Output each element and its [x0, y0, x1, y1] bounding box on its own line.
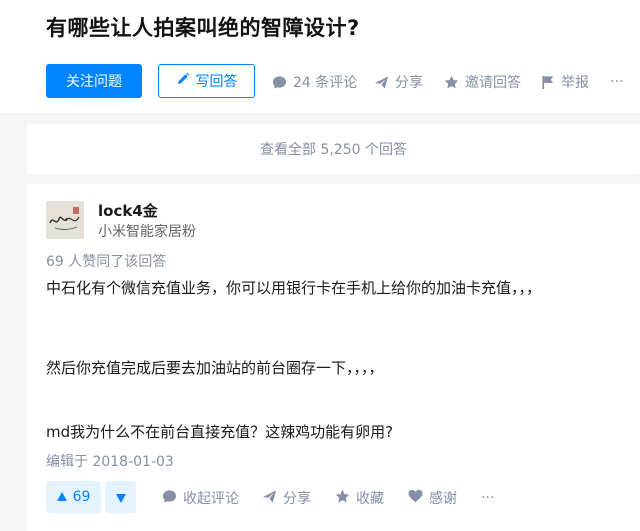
- share-question-button[interactable]: 分享: [374, 73, 423, 91]
- invite-answer-button[interactable]: 邀请回答: [444, 73, 521, 91]
- answer-paragraph: 中石化有个微信充值业务，你可以用银行卡在手机上给你的加油卡充值，，，: [46, 279, 542, 297]
- downvote-button[interactable]: [105, 481, 136, 513]
- thanks-label: 感谢: [429, 491, 457, 507]
- share-answer-button[interactable]: 分享: [262, 489, 311, 507]
- comments-button[interactable]: 24 条评论: [272, 73, 357, 91]
- star-icon: [444, 75, 459, 90]
- view-all-answers-button[interactable]: 查看全部 5,250 个回答: [27, 124, 640, 174]
- question-header: 有哪些让人拍案叫绝的智障设计? 关注问题 写回答 24 条评论 分享 邀请回答 …: [0, 0, 640, 113]
- write-answer-label: 写回答: [195, 74, 238, 90]
- vote-summary[interactable]: 69 人赞同了该回答: [46, 251, 166, 271]
- follow-question-button[interactable]: 关注问题: [46, 64, 142, 98]
- star-icon: [335, 489, 350, 508]
- comment-icon: [272, 75, 287, 90]
- answer-paragraph: 然后你充值完成后要去加油站的前台圈存一下，，，，: [46, 359, 384, 377]
- thanks-button[interactable]: 感谢: [408, 489, 457, 507]
- flag-icon: [541, 75, 555, 90]
- upvote-count: 69: [72, 489, 91, 505]
- report-button[interactable]: 举报: [541, 73, 589, 91]
- favorite-button[interactable]: 收藏: [335, 489, 384, 507]
- avatar[interactable]: [46, 201, 84, 239]
- share-label: 分享: [395, 75, 423, 91]
- share-plane-icon: [374, 75, 389, 90]
- share-label: 分享: [283, 491, 311, 507]
- triangle-down-icon: [115, 488, 126, 507]
- more-icon[interactable]: ···: [481, 489, 494, 507]
- edit-time[interactable]: 编辑于 2018-01-03: [46, 451, 174, 471]
- triangle-up-icon: [56, 489, 67, 505]
- author-bio: 小米智能家居粉: [98, 224, 196, 240]
- collapse-comments-label: 收起评论: [183, 491, 239, 507]
- write-answer-button[interactable]: 写回答: [158, 64, 255, 98]
- answer-card: lock4金 小米智能家居粉 69 人赞同了该回答 中石化有个微信充值业务，你可…: [27, 184, 640, 531]
- comment-icon: [162, 489, 177, 508]
- invite-label: 邀请回答: [465, 75, 521, 91]
- share-plane-icon: [262, 489, 277, 508]
- favorite-label: 收藏: [356, 491, 384, 507]
- comments-count: 24 条评论: [293, 75, 358, 91]
- report-label: 举报: [561, 75, 589, 91]
- answer-paragraph: md我为什么不在前台直接充值？这辣鸡功能有卵用?: [46, 423, 394, 441]
- heart-icon: [408, 489, 423, 507]
- question-title: 有哪些让人拍案叫绝的智障设计?: [46, 16, 360, 40]
- pencil-icon: [176, 72, 190, 90]
- upvote-button[interactable]: 69: [46, 481, 101, 513]
- collapse-comments-button[interactable]: 收起评论: [162, 489, 239, 507]
- more-icon[interactable]: ···: [610, 73, 623, 91]
- author-name[interactable]: lock4金: [98, 200, 158, 221]
